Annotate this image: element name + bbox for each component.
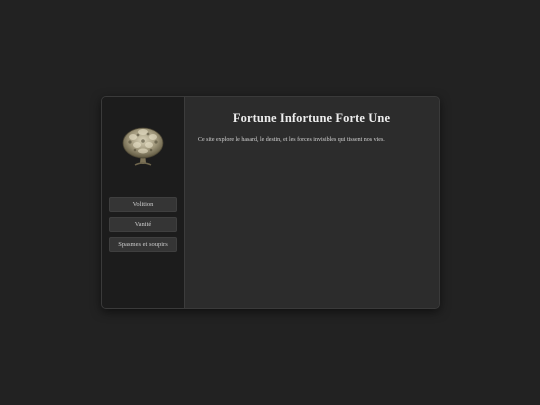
main-content: Fortune Infortune Forte Une Ce site expl…	[185, 97, 439, 308]
page-description: Ce site explore le hasard, le destin, et…	[198, 137, 385, 143]
sidebar: Volition Vanité Spasmes et soupirs	[102, 97, 185, 308]
sidebar-nav: Volition Vanité Spasmes et soupirs	[109, 197, 177, 252]
sidebar-item-spasmes-et-soupirs[interactable]: Spasmes et soupirs	[109, 237, 177, 252]
tree-emblem-icon	[122, 127, 164, 166]
page-title: Fortune Infortune Forte Une	[232, 111, 391, 125]
sidebar-item-volition[interactable]: Volition	[109, 197, 177, 212]
site-window: Volition Vanité Spasmes et soupirs Fortu…	[101, 96, 440, 309]
sidebar-item-vanite[interactable]: Vanité	[109, 217, 177, 232]
